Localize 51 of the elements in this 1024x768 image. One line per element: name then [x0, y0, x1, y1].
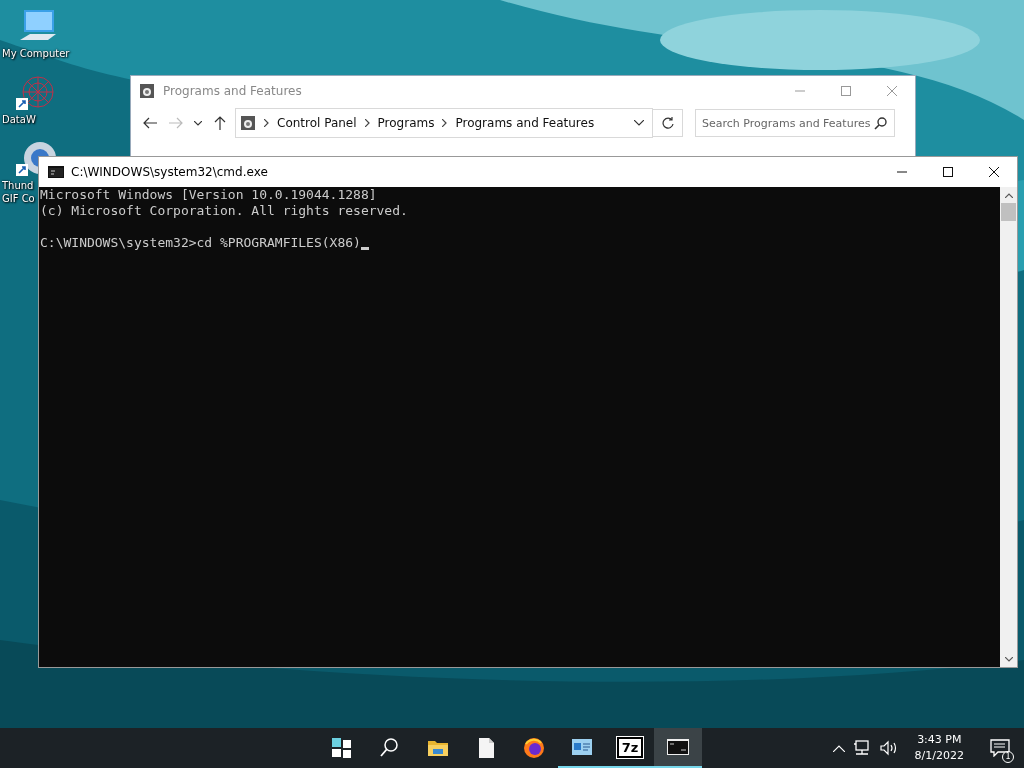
chevron-icon: [264, 119, 269, 127]
volume-icon[interactable]: [878, 740, 899, 756]
chevron-up-icon[interactable]: [832, 744, 845, 752]
notification-icon[interactable]: [990, 739, 1010, 757]
caret-icon: [634, 120, 644, 126]
console-icon: [48, 166, 64, 178]
maximize-icon: [943, 167, 953, 177]
clock-date[interactable]: 8/1/2022: [914, 748, 964, 764]
control-panel-icon: [571, 736, 593, 758]
up-arrow-icon: [214, 116, 226, 130]
globe-icon: [523, 737, 545, 759]
close-icon: [887, 86, 897, 96]
desktop-icon-label[interactable]: My Computer: [0, 47, 70, 60]
chevron-icon: [364, 119, 370, 127]
forward-arrow-icon: [169, 117, 183, 129]
caret-down-icon: [1004, 656, 1013, 662]
start-icon: [331, 737, 353, 759]
close-icon: [989, 167, 999, 177]
window-title: C:\WINDOWS\system32\cmd.exe: [71, 165, 269, 179]
console-icon: [667, 736, 689, 758]
window-title: Programs and Features: [163, 84, 303, 98]
desktop-icon-label[interactable]: DataW: [0, 113, 36, 126]
notification-count: 1: [1002, 751, 1014, 763]
search-icon: [379, 737, 401, 759]
maximize-icon: [841, 86, 851, 96]
chevron-icon: [442, 119, 448, 127]
breadcrumb-item[interactable]: Programs and Features: [455, 116, 595, 130]
refresh-button[interactable]: [653, 109, 683, 137]
console-text: Microsoft Windows [Version 10.0.19044.1288]: [40, 187, 377, 203]
console-text: (c) Microsoft Corporation. All rights reserved.: [40, 203, 408, 219]
scrollbar[interactable]: [1000, 187, 1017, 667]
scrollbar-thumb[interactable]: [1001, 203, 1016, 221]
network-icon[interactable]: [852, 740, 871, 756]
back-arrow-icon: [143, 117, 157, 129]
console-text: C:\WINDOWS\system32>cd %PROGRAMFILES(X86): [40, 235, 361, 251]
control-panel-icon: [240, 115, 256, 131]
taskbar-button[interactable]: [654, 728, 702, 768]
text-cursor: [360, 247, 369, 250]
search-field[interactable]: Search Programs and Features: [695, 109, 895, 137]
search-icon: [874, 116, 888, 130]
archive-logo-icon: 7z: [616, 736, 644, 758]
refresh-icon: [661, 117, 674, 129]
breadcrumb-item[interactable]: Control Panel: [277, 116, 357, 130]
breadcrumb-item[interactable]: Programs: [377, 116, 435, 130]
desktop-icon-label[interactable]: Thund GIF Co: [0, 179, 35, 205]
caret-icon: [194, 120, 202, 126]
caret-up-icon: [1004, 192, 1013, 198]
clock-time[interactable]: 3:43 PM: [917, 732, 962, 748]
control-panel-icon: [139, 83, 155, 99]
recent-locations-button[interactable]: [191, 120, 205, 126]
address-bar[interactable]: Control Panel Programs Programs and Features: [235, 108, 653, 138]
